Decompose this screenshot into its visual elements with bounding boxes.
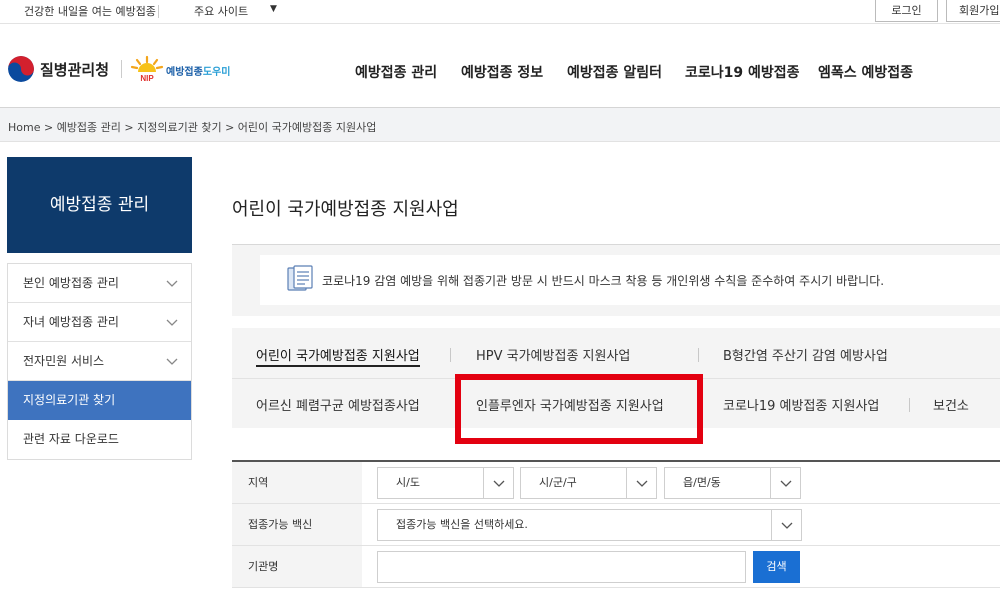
sidebar-title: 예방접종 관리 <box>7 157 192 253</box>
tab-hpv-vaccination[interactable]: HPV 국가예방접종 지원사업 <box>476 345 630 364</box>
chevron-down-icon[interactable] <box>165 315 179 329</box>
sidebar-item-e-civil-service[interactable]: 전자민원 서비스 <box>8 342 191 381</box>
helper-logo-text[interactable]: 예방접종도우미 <box>166 63 230 78</box>
sidebar-item-self-vaccination[interactable]: 본인 예방접종 관리 <box>8 264 191 303</box>
site-slogan: 건강한 내일을 여는 예방접종 <box>24 5 156 18</box>
sidebar-item-label: 관련 자료 다운로드 <box>23 432 119 446</box>
search-button[interactable]: 검색 <box>753 551 800 583</box>
tab-public-health-center[interactable]: 보건소 <box>933 395 969 414</box>
nip-sun-logo-icon[interactable]: NIP <box>130 55 164 83</box>
highlight-box <box>455 374 703 444</box>
notice-text: 코로나19 감염 예방을 위해 접종기관 방문 시 반드시 마스크 착용 등 개… <box>322 274 885 288</box>
breadcrumb[interactable]: Home > 예방접종 관리 > 지정의료기관 찾기 > 어린이 국가예방접종 … <box>8 119 376 135</box>
signup-button[interactable]: 회원가입 <box>946 0 1000 22</box>
major-sites-dropdown[interactable]: 주요 사이트 <box>194 3 248 19</box>
gnb-mpox-vaccination[interactable]: 엠폭스 예방접종 <box>818 62 913 82</box>
tab-hepatitis-b[interactable]: B형간염 주산기 감염 예방사업 <box>723 345 888 364</box>
form-row-vaccine: 접종가능 백신 접종가능 백신을 선택하세요. <box>232 504 1000 546</box>
divider <box>158 5 159 18</box>
notice-box: 코로나19 감염 예방을 위해 접종기관 방문 시 반드시 마스크 착용 등 개… <box>260 255 1000 305</box>
sigungu-select[interactable]: 시/군/구 <box>520 467 657 499</box>
sidebar-item-find-institution[interactable]: 지정의료기관 찾기 <box>8 381 191 420</box>
sidebar-item-downloads[interactable]: 관련 자료 다운로드 <box>8 420 191 459</box>
region-label: 지역 <box>232 462 362 503</box>
search-form: 지역 시/도 시/군/구 읍/면/동 접종가능 백신 접종가능 백신을 선택하세… <box>232 460 1000 588</box>
sidebar-item-child-vaccination[interactable]: 자녀 예방접종 관리 <box>8 303 191 342</box>
divider <box>121 60 122 78</box>
form-row-region: 지역 시/도 시/군/구 읍/면/동 <box>232 462 1000 504</box>
sido-value: 시/도 <box>396 476 420 489</box>
chevron-down-icon[interactable] <box>483 468 513 498</box>
organization-label: 기관명 <box>232 546 362 587</box>
agency-logo-text[interactable]: 질병관리청 <box>40 59 109 80</box>
chevron-down-icon[interactable] <box>165 276 179 290</box>
taegeuk-emblem-icon[interactable] <box>8 56 34 82</box>
tab-senior-pneumococcal[interactable]: 어르신 폐렴구균 예방접종사업 <box>256 395 420 414</box>
sidebar-item-label: 지정의료기관 찾기 <box>23 393 116 407</box>
chevron-down-icon[interactable] <box>165 354 179 368</box>
organization-name-input[interactable] <box>377 551 746 583</box>
sido-select[interactable]: 시/도 <box>377 467 514 499</box>
tab-child-vaccination[interactable]: 어린이 국가예방접종 지원사업 <box>256 345 420 367</box>
nip-badge-text: NIP <box>140 74 154 83</box>
tab-separator <box>450 348 451 362</box>
helper-logo-accent: 도우미 <box>202 67 231 78</box>
vaccine-select[interactable]: 접종가능 백신을 선택하세요. <box>377 509 802 541</box>
tab-separator <box>909 398 910 412</box>
gnb-covid19-vaccination[interactable]: 코로나19 예방접종 <box>685 62 800 82</box>
sidebar-item-label: 자녀 예방접종 관리 <box>23 315 119 329</box>
chevron-down-icon[interactable] <box>770 468 800 498</box>
chevron-down-icon[interactable] <box>771 510 801 540</box>
sidebar-item-label: 전자민원 서비스 <box>23 354 105 368</box>
sidebar-menu: 본인 예방접종 관리 자녀 예방접종 관리 전자민원 서비스 지정의료기관 찾기… <box>7 263 192 460</box>
form-row-organization: 기관명 검색 <box>232 546 1000 588</box>
dong-value: 읍/면/동 <box>683 476 721 489</box>
gnb-vaccination-info[interactable]: 예방접종 정보 <box>461 62 543 82</box>
dong-select[interactable]: 읍/면/동 <box>664 467 801 499</box>
notice-panel: 코로나19 감염 예방을 위해 접종기관 방문 시 반드시 마스크 착용 등 개… <box>232 244 1000 316</box>
vaccine-label: 접종가능 백신 <box>232 504 362 545</box>
breadcrumb-bar: Home > 예방접종 관리 > 지정의료기관 찾기 > 어린이 국가예방접종 … <box>0 108 1000 142</box>
gnb-vaccination-management[interactable]: 예방접종 관리 <box>355 62 437 82</box>
login-button[interactable]: 로그인 <box>875 0 938 22</box>
document-list-icon <box>287 265 313 291</box>
top-utility-bar: 건강한 내일을 여는 예방접종 주요 사이트 ▼ 로그인 회원가입 <box>0 0 1000 24</box>
helper-logo-main: 예방접종 <box>166 67 203 78</box>
sigungu-value: 시/군/구 <box>539 476 577 489</box>
page-title: 어린이 국가예방접종 지원사업 <box>232 199 459 220</box>
chevron-down-icon[interactable] <box>626 468 656 498</box>
gnb-vaccination-notice[interactable]: 예방접종 알림터 <box>567 62 662 82</box>
caret-down-icon[interactable]: ▼ <box>270 4 277 14</box>
vaccine-placeholder: 접종가능 백신을 선택하세요. <box>396 518 528 531</box>
sidebar-item-label: 본인 예방접종 관리 <box>23 276 119 290</box>
tab-covid19-vaccination[interactable]: 코로나19 예방접종 지원사업 <box>723 395 879 414</box>
tab-separator <box>698 348 699 362</box>
